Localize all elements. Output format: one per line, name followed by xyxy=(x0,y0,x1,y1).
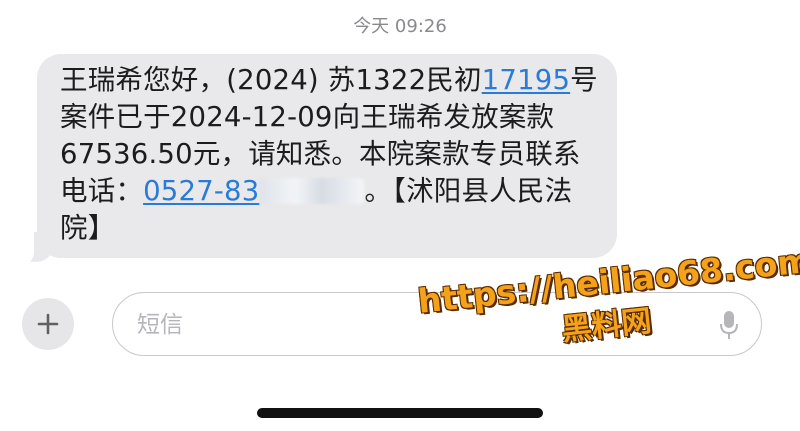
message-text: 王瑞希您好，(2024) 苏1322民初17195号案件已于2024-12-09… xyxy=(60,62,599,247)
message-bubble: 王瑞希您好，(2024) 苏1322民初17195号案件已于2024-12-09… xyxy=(37,54,617,258)
home-indicator xyxy=(257,408,543,418)
redacted-area xyxy=(259,178,365,204)
case-number-link[interactable]: 17195 xyxy=(482,64,570,96)
add-button[interactable] xyxy=(22,298,74,350)
plus-icon xyxy=(37,313,59,335)
phone-link[interactable]: 0527-83 xyxy=(143,175,259,207)
watermark: https://heiliao68.com 黑料网 xyxy=(416,241,800,381)
message-part-1: 王瑞希您好，(2024) 苏1322民初 xyxy=(60,64,482,96)
timestamp: 今天 09:26 xyxy=(353,16,447,37)
bubble-tail-cut xyxy=(12,226,34,266)
